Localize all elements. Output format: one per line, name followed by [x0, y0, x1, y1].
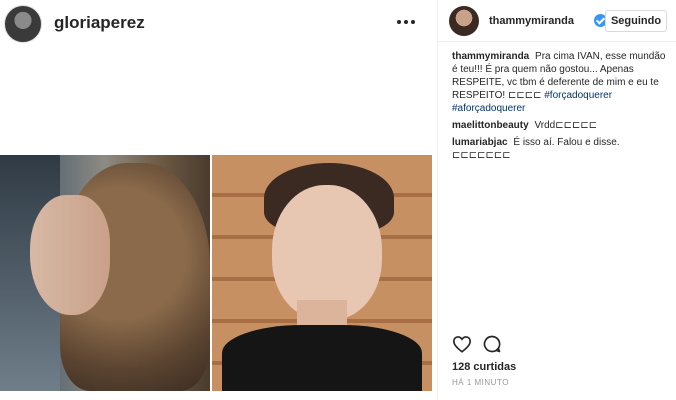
list-item: maelittonbeauty Vrdd⊏⊏⊏⊏⊏ [452, 119, 670, 132]
post-header: gloriaperez [0, 0, 437, 48]
photo-right-portrait [212, 155, 432, 391]
post-sidebar: thammymiranda Seguindo thammymiranda Pra… [437, 0, 676, 400]
comment-username[interactable]: lumariabjac [452, 137, 508, 148]
timestamp: HÁ 1 MINUTO [452, 378, 509, 387]
dot [411, 20, 415, 24]
caption: thammymiranda Pra cima IVAN, esse mundão… [452, 50, 670, 115]
comment-username[interactable]: maelittonbeauty [452, 120, 529, 131]
comment-icon[interactable] [482, 334, 502, 354]
list-item: lumariabjac É isso aí. Falou e disse. ⊏⊏… [452, 136, 670, 162]
caption-username[interactable]: thammymiranda [452, 51, 529, 62]
comment-text: Vrdd⊏⊏⊏⊏⊏ [534, 120, 598, 131]
post-author-username[interactable]: gloriaperez [54, 13, 145, 33]
dot [404, 20, 408, 24]
post-actions [452, 333, 512, 355]
post-media-panel: gloriaperez [0, 0, 437, 400]
sidebar-header: thammymiranda Seguindo [438, 0, 676, 42]
likes-count[interactable]: 128 curtidas [452, 361, 516, 373]
hashtag-link[interactable]: #aforçadoquerer [452, 103, 525, 114]
dot [397, 20, 401, 24]
following-button[interactable]: Seguindo [605, 10, 667, 32]
photo-left-portrait [0, 155, 210, 391]
more-dots-icon[interactable] [392, 12, 420, 32]
avatar[interactable] [4, 5, 42, 43]
black-shirt [222, 325, 422, 391]
post-photo[interactable] [0, 155, 432, 391]
profile-face [30, 195, 110, 315]
heart-icon[interactable] [452, 335, 472, 353]
hashtag-link[interactable]: #forçadoquerer [544, 90, 612, 101]
avatar[interactable] [449, 6, 479, 36]
comments-list: thammymiranda Pra cima IVAN, esse mundão… [452, 50, 670, 166]
sidebar-author-username[interactable]: thammymiranda [489, 15, 574, 27]
